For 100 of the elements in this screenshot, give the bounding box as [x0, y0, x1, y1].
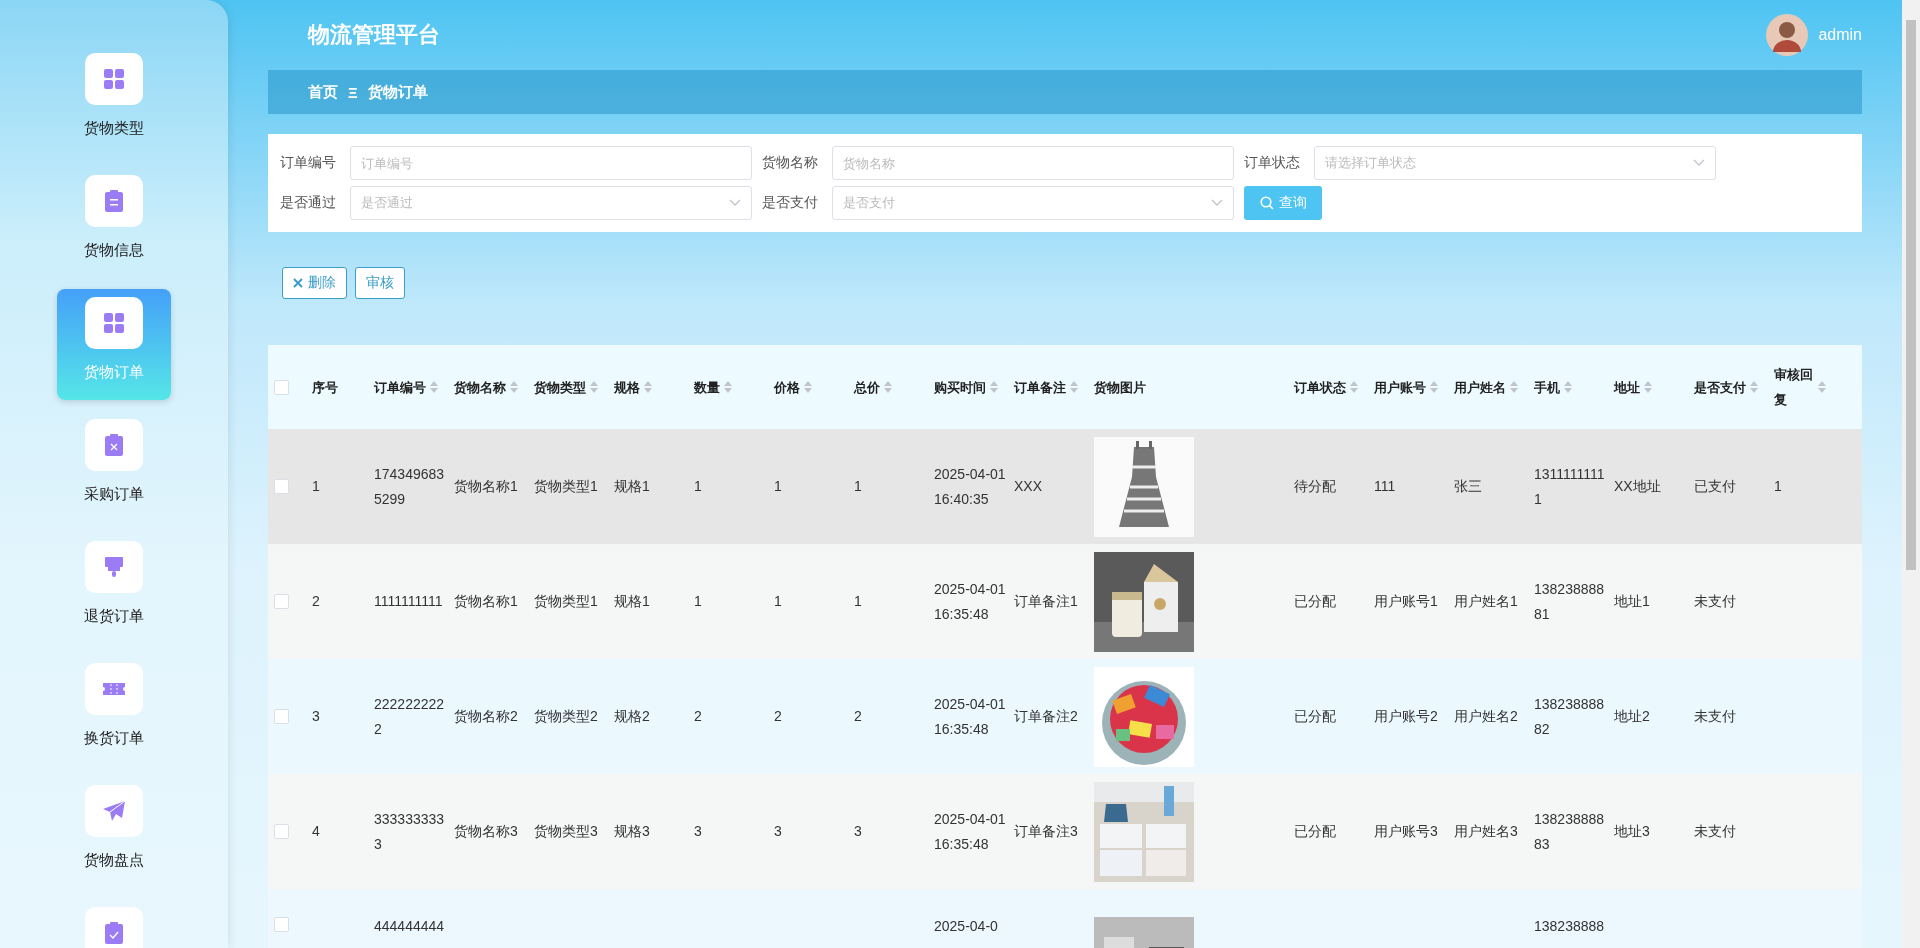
- field-label: 是否通过: [280, 194, 337, 212]
- table-cell-text: XX地址: [1614, 477, 1662, 496]
- clipboard-check-icon: [102, 921, 126, 945]
- column-header: 购买时间: [934, 378, 986, 397]
- scrollbar-thumb[interactable]: [1906, 20, 1916, 570]
- brush-icon: [102, 555, 126, 579]
- table-cell-text: 地址1: [1614, 592, 1651, 611]
- table-cell-text: 13823888882: [1534, 694, 1606, 739]
- sidebar-item[interactable]: 货物信息: [57, 167, 171, 278]
- sort-icon[interactable]: [990, 381, 998, 393]
- checkbox[interactable]: [274, 479, 289, 494]
- sort-icon[interactable]: [1070, 381, 1078, 393]
- table-cell-text: 3: [694, 822, 703, 841]
- sort-icon[interactable]: [1510, 381, 1518, 393]
- table-cell-text: 1: [774, 477, 783, 496]
- checkbox[interactable]: [274, 917, 289, 932]
- checkbox[interactable]: [274, 824, 289, 839]
- table-cell-text: 2025-04-01 16:35:48: [934, 579, 1007, 624]
- paper-plane-icon: [102, 799, 126, 823]
- table-cell-text: 货物类型2: [534, 707, 599, 726]
- sort-icon[interactable]: [510, 381, 518, 393]
- sort-icon[interactable]: [804, 381, 812, 393]
- sidebar-item[interactable]: 货物盘点: [57, 777, 171, 888]
- table-cell-text: 1743496835299: [374, 464, 446, 509]
- sort-icon[interactable]: [1818, 381, 1826, 393]
- input-field[interactable]: 订单编号: [350, 146, 752, 180]
- column-header: 订单状态: [1294, 378, 1346, 397]
- checkbox[interactable]: [274, 379, 289, 395]
- table-cell-text: 货物名称1: [454, 477, 519, 496]
- sort-icon[interactable]: [590, 381, 598, 393]
- table-cell-text: 2025-04-0: [934, 917, 999, 935]
- search-icon: [1259, 196, 1274, 210]
- table-cell-text: 用户账号1: [1374, 592, 1439, 611]
- column-header: 订单备注: [1014, 378, 1066, 397]
- input-field[interactable]: 货物名称: [832, 146, 1234, 180]
- table-cell-text: 3: [854, 822, 863, 841]
- table-cell-text: 货物名称2: [454, 707, 519, 726]
- table-cell-text: 111: [1374, 477, 1397, 496]
- breadcrumb-current: 货物订单: [367, 82, 428, 102]
- sidebar-item[interactable]: 退货订单: [57, 533, 171, 644]
- table-cell-text: 未支付: [1694, 822, 1737, 841]
- sort-icon[interactable]: [644, 381, 652, 393]
- table-cell-text: 订单备注2: [1014, 707, 1079, 726]
- clipboard-x-icon: [102, 433, 126, 457]
- clipboard-icon: [102, 189, 126, 213]
- sidebar-item[interactable]: 采购订单: [57, 411, 171, 522]
- close-icon: [293, 278, 303, 288]
- column-header: 订单编号: [374, 378, 426, 397]
- table-cell-text: 1: [774, 592, 783, 611]
- chevron-down-icon: [729, 199, 741, 207]
- column-header: 价格: [774, 378, 800, 397]
- table-cell-text: 3333333333: [374, 809, 446, 854]
- sort-icon[interactable]: [1750, 381, 1758, 393]
- column-header: 序号: [312, 378, 338, 397]
- table-cell-text: 货物类型1: [534, 592, 599, 611]
- checkbox[interactable]: [274, 709, 289, 724]
- table-cell-text: 未支付: [1694, 707, 1737, 726]
- column-header: 货物名称: [454, 378, 506, 397]
- table-cell-text: 用户姓名3: [1454, 822, 1519, 841]
- table-cell-text: 货物类型3: [534, 822, 599, 841]
- table-cell-text: 货物名称1: [454, 592, 519, 611]
- column-header: 用户账号: [1374, 378, 1426, 397]
- table-cell-text: 规格2: [614, 707, 651, 726]
- table-cell-text: 2222222222: [374, 694, 446, 739]
- table-cell-text: 用户姓名1: [1454, 592, 1519, 611]
- grid-icon: [102, 311, 126, 335]
- sort-icon[interactable]: [1430, 381, 1438, 393]
- checkbox[interactable]: [274, 594, 289, 609]
- table-cell-text: 1: [1774, 477, 1783, 496]
- table-cell-text: 1: [854, 592, 863, 611]
- table-cell-text: 13111111111: [1534, 464, 1606, 509]
- sort-icon[interactable]: [1644, 381, 1652, 393]
- table-cell-text: 张三: [1454, 477, 1483, 496]
- table-cell-text: 地址3: [1614, 822, 1651, 841]
- table-cell-text: 货物类型1: [534, 477, 599, 496]
- sort-icon[interactable]: [724, 381, 732, 393]
- table-row[interactable]: 444444444 2025-04-0 138238888: [268, 889, 1862, 948]
- table-cell-text: 规格1: [614, 592, 651, 611]
- table-cell-text: 货物名称3: [454, 822, 519, 841]
- table-cell-text: 订单备注1: [1014, 592, 1079, 611]
- sidebar-item[interactable]: 货物类型: [57, 45, 171, 156]
- sort-icon[interactable]: [430, 381, 438, 393]
- sort-icon[interactable]: [884, 381, 892, 393]
- table-cell-text: 用户账号2: [1374, 707, 1439, 726]
- sort-icon[interactable]: [1564, 381, 1572, 393]
- table-cell-text: 2025-04-01 16:40:35: [934, 464, 1007, 509]
- scrollbar[interactable]: [1902, 0, 1920, 948]
- table-cell-text: 1: [694, 592, 703, 611]
- sort-icon[interactable]: [1350, 381, 1358, 393]
- table-cell-text: 已分配: [1294, 822, 1337, 841]
- table-cell-text: 1111111111: [374, 592, 444, 611]
- sidebar-item[interactable]: 换货订单: [57, 655, 171, 766]
- chevron-down-icon: [1211, 199, 1223, 207]
- table-cell-text: 2: [774, 707, 783, 726]
- column-header: 是否支付: [1694, 378, 1746, 397]
- table-cell-text: 2: [312, 592, 321, 611]
- column-header: 总价: [854, 378, 880, 397]
- table-cell-text: 13823888881: [1534, 579, 1606, 624]
- avatar[interactable]: [1766, 14, 1809, 56]
- table-cell-text: 4: [312, 822, 321, 841]
